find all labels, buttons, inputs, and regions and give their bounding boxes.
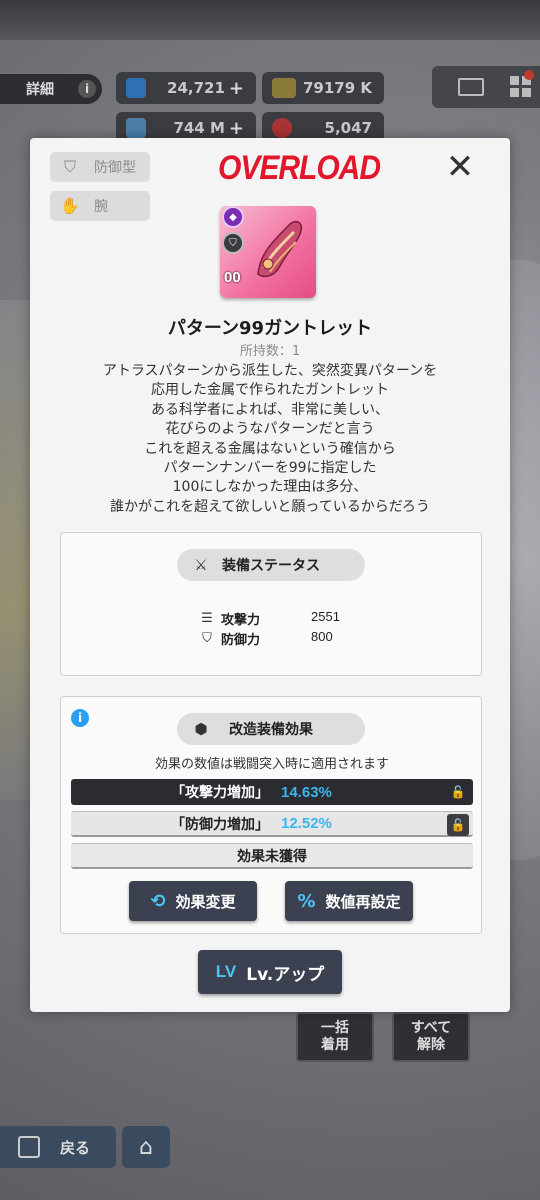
notification-dot: [524, 70, 534, 80]
gauntlet-icon: [257, 220, 302, 278]
description-line: 誰かがこれを超えて欲しいと願っているからだろう: [110, 498, 430, 515]
effect-row-attack[interactable]: 「攻撃力増加」 14.63% 🔓: [71, 779, 473, 805]
effect-row-empty: 効果未獲得: [71, 843, 473, 869]
resource-credits[interactable]: 79179 K: [262, 72, 384, 104]
percent-icon: %: [297, 890, 316, 912]
rarity-badge-icon: ◆: [222, 206, 244, 228]
type-tag-label: 防御型: [94, 160, 136, 176]
reset-value-label: 数値再設定: [325, 892, 401, 911]
equip-all-button[interactable]: 一括 着用: [296, 1012, 374, 1062]
back-label: 戻る: [60, 1138, 91, 1157]
description-line: パターンナンバーを99に指定した: [163, 460, 377, 477]
unlock-icon[interactable]: 🔓: [447, 781, 469, 803]
mod-effect-title-label: 改造装備効果: [229, 722, 313, 738]
resource-value: 744 M: [173, 119, 225, 137]
effect-note: 効果の数値は戦闘突入時に適用されます: [154, 757, 389, 772]
add-material-icon[interactable]: +: [229, 118, 244, 139]
description-line: ある科学者によれば、非常に美しい、: [151, 401, 389, 418]
exit-icon: [18, 1136, 40, 1158]
info-icon[interactable]: i: [78, 80, 96, 98]
add-gems-icon[interactable]: +: [229, 78, 244, 99]
shield-icon: ⛉: [63, 157, 76, 176]
home-button[interactable]: ⌂: [122, 1126, 170, 1168]
type-tag: ⛉ 防御型: [50, 152, 150, 182]
gem-icon: [126, 78, 146, 98]
hand-icon: ✋: [60, 196, 80, 215]
item-card: ◆ ⛉ 00: [220, 206, 316, 298]
stat-row-attack: ☰ 攻撃力 2551: [199, 609, 399, 629]
resource-value: 79179 K: [302, 79, 372, 97]
description-line: これを超える金属はないという確信から: [144, 440, 396, 457]
slot-tag-label: 腕: [94, 199, 108, 215]
overload-logo: OVERLOAD: [218, 149, 381, 188]
change-effect-button[interactable]: ⟲ 効果変更: [129, 881, 257, 921]
equip-status-title: ⚔ 装備ステータス: [177, 549, 365, 581]
defense-icon: ⛉: [202, 631, 212, 646]
resource-value: 24,721: [167, 79, 225, 97]
stat-value: 2551: [311, 609, 340, 624]
status-bar: [0, 0, 540, 40]
close-icon[interactable]: ✕: [444, 150, 476, 184]
stat-label: 防御力: [221, 633, 261, 648]
stat-label: 攻撃力: [221, 613, 261, 628]
description-line: 100にしなかった理由は多分、: [172, 479, 368, 496]
stat-row-defense: ⛉ 防御力 800: [199, 629, 399, 649]
class-badge-icon: ⛉: [222, 232, 244, 254]
item-description: アトラスパターンから派生した、突然変異パターンを 応用した金属で作られたガントレ…: [30, 362, 510, 517]
equipment-detail-modal: ⛉ 防御型 ✋ 腕 OVERLOAD ✕ ◆ ⛉ 00 パターン99ガントレット…: [30, 138, 510, 1012]
home-icon: ⌂: [139, 1134, 153, 1160]
effect-row-defense[interactable]: 「防御力増加」 12.52% 🔓: [71, 811, 473, 837]
material-icon: [126, 118, 146, 138]
slot-tag: ✋ 腕: [50, 191, 150, 221]
item-owned-count: 所持数：1: [239, 344, 301, 359]
top-right-menu: [432, 66, 540, 108]
change-effect-label: 効果変更: [175, 892, 236, 911]
effect-value: 12.52%: [281, 815, 332, 832]
resource-value: 5,047: [324, 119, 372, 137]
unlock-icon[interactable]: 🔓: [447, 814, 469, 836]
equip-status-panel: ⚔ 装備ステータス ☰ 攻撃力 2551 ⛉ 防御力 800: [60, 532, 482, 676]
attack-icon: ☰: [201, 611, 213, 626]
stat-value: 800: [311, 629, 333, 644]
reset-value-button[interactable]: % 数値再設定: [285, 881, 413, 921]
mod-effect-panel: i ⬢ 改造装備効果 効果の数値は戦闘突入時に適用されます 「攻撃力増加」 14…: [60, 696, 482, 934]
level-up-label: Lv.アップ: [246, 964, 325, 985]
crossed-swords-icon: ⚔: [194, 556, 208, 574]
resource-gems[interactable]: 24,721 +: [116, 72, 256, 104]
level-up-icon: LV: [215, 962, 237, 981]
mod-icon: ⬢: [194, 720, 208, 738]
mod-effect-title: ⬢ 改造装備効果: [177, 713, 365, 745]
detail-label: 詳細: [26, 82, 54, 98]
unequip-all-button[interactable]: すべて 解除: [392, 1012, 470, 1062]
refresh-icon: ⟲: [150, 890, 166, 912]
level-up-button[interactable]: LV Lv.アップ: [198, 950, 342, 994]
item-level: 00: [224, 269, 241, 286]
description-line: 応用した金属で作られたガントレット: [151, 382, 389, 399]
item-name: パターン99ガントレット: [167, 318, 373, 339]
description-line: アトラスパターンから派生した、突然変異パターンを: [102, 363, 438, 379]
effect-value: 14.63%: [281, 783, 332, 801]
credit-icon: [272, 78, 296, 98]
description-line: 花びらのようなパターンだと言う: [165, 421, 375, 438]
effect-name: 「防御力増加」: [171, 816, 269, 833]
equip-status-title-label: 装備ステータス: [222, 558, 320, 574]
info-icon[interactable]: i: [71, 709, 89, 727]
detail-button[interactable]: 詳細 i: [0, 74, 102, 104]
core-icon: [272, 118, 292, 138]
effect-name: 「攻撃力増加」: [171, 785, 269, 801]
back-button[interactable]: 戻る: [0, 1126, 116, 1168]
mail-icon[interactable]: [458, 78, 484, 96]
